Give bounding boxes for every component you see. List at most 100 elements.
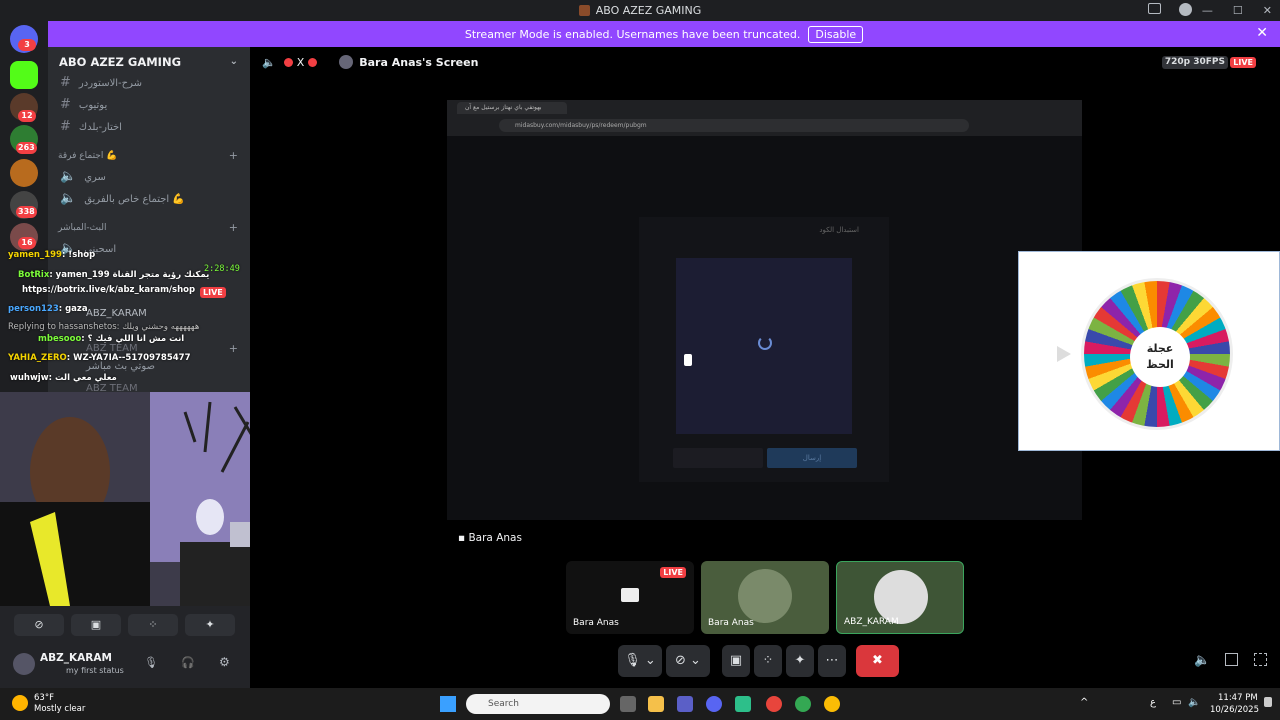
webcam-scene — [0, 392, 283, 606]
weather-temp[interactable]: 63°F — [34, 693, 54, 703]
minimize-button[interactable]: — — [1202, 4, 1213, 17]
network-icon[interactable]: ▭ — [1172, 697, 1181, 708]
weather-icon[interactable] — [12, 695, 28, 711]
modal-cancel-button[interactable] — [673, 448, 763, 468]
activities-button[interactable]: ⁘ — [754, 645, 782, 677]
avatar — [738, 569, 792, 623]
file-explorer-icon[interactable] — [648, 696, 664, 712]
chrome-icon[interactable] — [824, 696, 840, 712]
avatar[interactable] — [13, 653, 35, 675]
weather-desc[interactable]: Mostly clear — [34, 704, 85, 714]
teams-icon[interactable] — [677, 696, 693, 712]
channel-label: شرح-الاستوردر — [78, 78, 143, 89]
badge: 263 — [16, 142, 37, 154]
microphone-icon[interactable]: 🎙 — [144, 656, 158, 669]
window-titlebar: ABO AZEZ GAMING — ☐ ✕ — [0, 0, 1280, 21]
modal-title: استبدال الكود — [819, 226, 859, 234]
more-options-button[interactable]: ⋯ — [818, 645, 846, 677]
fullscreen-icon[interactable] — [1254, 653, 1267, 666]
text-channel[interactable]: # اختار-بلدك — [60, 119, 122, 134]
text-channel[interactable]: # يوتيوب — [60, 97, 107, 112]
modal-submit-button[interactable]: إرسال — [767, 448, 857, 468]
chat-link[interactable]: https://botrix.live/k/abz_karam/shop — [22, 285, 195, 295]
username[interactable]: ABZ_KARAM — [40, 652, 112, 664]
speaker-icon[interactable]: 🔈 — [262, 56, 276, 69]
pointer-arrow-icon — [1057, 346, 1071, 362]
language-indicator[interactable]: ع — [1150, 697, 1156, 708]
volume-icon[interactable]: 🔈 — [1188, 697, 1200, 708]
voice-channel[interactable]: 🔈 سري — [60, 169, 106, 184]
participant-tile[interactable]: LIVE Bara Anas — [566, 561, 694, 634]
chat-user: yamen_199 — [8, 250, 62, 260]
chevron-up-icon[interactable]: ^ — [1080, 697, 1088, 708]
stream-label: ▪ Bara Anas — [458, 532, 522, 544]
chat-user: YAHIA_ZERO — [8, 353, 67, 363]
text-channel[interactable]: # شرح-الاستوردر — [60, 75, 142, 90]
live-badge: LIVE — [1230, 57, 1256, 68]
shared-screen[interactable]: بهوتفي باي نهتاز برستيل مع آن midasbuy.c… — [447, 100, 1082, 520]
close-icon[interactable]: ✕ — [1256, 25, 1268, 41]
soundboard-button[interactable]: ✦ — [185, 614, 235, 636]
help-icon[interactable] — [1179, 3, 1192, 16]
chat-user: wuhwjw — [10, 373, 49, 383]
headphones-icon[interactable]: 🎧 — [181, 656, 195, 669]
popout-icon[interactable] — [1225, 653, 1238, 666]
toggle-camera-button[interactable]: ⊘ — [14, 614, 64, 636]
banner-text: Streamer Mode is enabled. Usernames have… — [464, 27, 801, 41]
chrome-icon[interactable] — [766, 696, 782, 712]
discord-icon[interactable] — [706, 696, 722, 712]
start-icon[interactable] — [440, 696, 456, 712]
inbox-icon[interactable] — [1148, 3, 1161, 14]
disable-button[interactable]: Disable — [808, 25, 864, 43]
category-header[interactable]: اجتماع فرقة 💪 — [58, 151, 117, 161]
streamer-mode-banner: Streamer Mode is enabled. Usernames have… — [48, 21, 1280, 47]
participant-tile[interactable]: ABZ_KARAM — [836, 561, 964, 634]
channel-label: يوتيوب — [78, 100, 108, 111]
search-input[interactable]: Search — [466, 694, 610, 714]
speaker-icon: 🔈 — [60, 191, 77, 206]
task-view-icon[interactable] — [620, 696, 636, 712]
participant-name: ABZ_KARAM — [844, 617, 899, 627]
share-screen-button[interactable]: ▣ — [71, 614, 121, 636]
app-icon[interactable] — [735, 696, 751, 712]
share-screen-button[interactable]: ▣ — [722, 645, 750, 677]
chrome-icon[interactable] — [795, 696, 811, 712]
add-channel-icon[interactable]: + — [229, 149, 238, 162]
camera-button[interactable]: ⊘ ⌄ — [666, 645, 710, 677]
participant-name: Bara Anas — [708, 618, 754, 628]
chat-user: mbesooo — [38, 334, 82, 344]
chat-timer: 2:28:49 — [204, 264, 240, 274]
soundboard-button[interactable]: ✦ — [786, 645, 814, 677]
browser-tab[interactable]: بهوتفي باي نهتاز برستيل مع آن — [457, 102, 567, 114]
server-icon-kick[interactable] — [10, 61, 38, 89]
notifications-icon[interactable] — [1264, 697, 1272, 707]
voice-channel[interactable]: 🔈 اجتماع خاص بالفريق 💪 — [60, 191, 185, 206]
server-icon[interactable] — [10, 159, 38, 187]
user-panel: ⊘ ▣ ⁘ ✦ ABZ_KARAM my first status 🎙 🎧 ⚙ — [0, 606, 250, 688]
badge: 12 — [18, 110, 36, 122]
chat-message[interactable]: https://botrix.live/k/abz_karam/shop — [22, 285, 195, 295]
clock-time[interactable]: 11:47 PM — [1218, 693, 1258, 703]
category-header[interactable]: البث-المباشر — [58, 223, 106, 233]
add-channel-icon[interactable]: + — [229, 221, 238, 234]
leave-call-button[interactable]: ✖ — [856, 645, 899, 677]
maximize-button[interactable]: ☐ — [1233, 4, 1243, 17]
screen-icon: ▪ — [458, 532, 469, 544]
activities-button[interactable]: ⁘ — [128, 614, 178, 636]
chevron-down-icon[interactable]: ⌄ — [230, 56, 238, 67]
participant-tile[interactable]: Bara Anas — [701, 561, 829, 634]
chat-user: person123 — [8, 304, 59, 314]
microphone-button[interactable]: 🎙 ⌄ — [618, 645, 662, 677]
clock-date[interactable]: 10/26/2025 — [1210, 705, 1259, 715]
address-bar[interactable]: midasbuy.com/midasbuy/ps/redeem/pubgm — [499, 119, 969, 132]
chat-user: BotRix — [18, 270, 50, 280]
channel-label: اختار-بلدك — [78, 122, 122, 133]
wheel-of-fortune-overlay: عجلة الحظ — [1018, 251, 1280, 451]
hash-icon: # — [60, 119, 71, 134]
gear-icon[interactable]: ⚙ — [219, 655, 230, 669]
chat-text: : WZ-YA7IA--51709785477 — [66, 353, 191, 363]
server-header[interactable]: ABO AZEZ GAMING ⌄ — [48, 47, 250, 77]
close-window-button[interactable]: ✕ — [1263, 4, 1272, 17]
chat-text: : معلي معي الت — [48, 373, 117, 383]
volume-icon[interactable]: 🔈 — [1194, 653, 1210, 668]
